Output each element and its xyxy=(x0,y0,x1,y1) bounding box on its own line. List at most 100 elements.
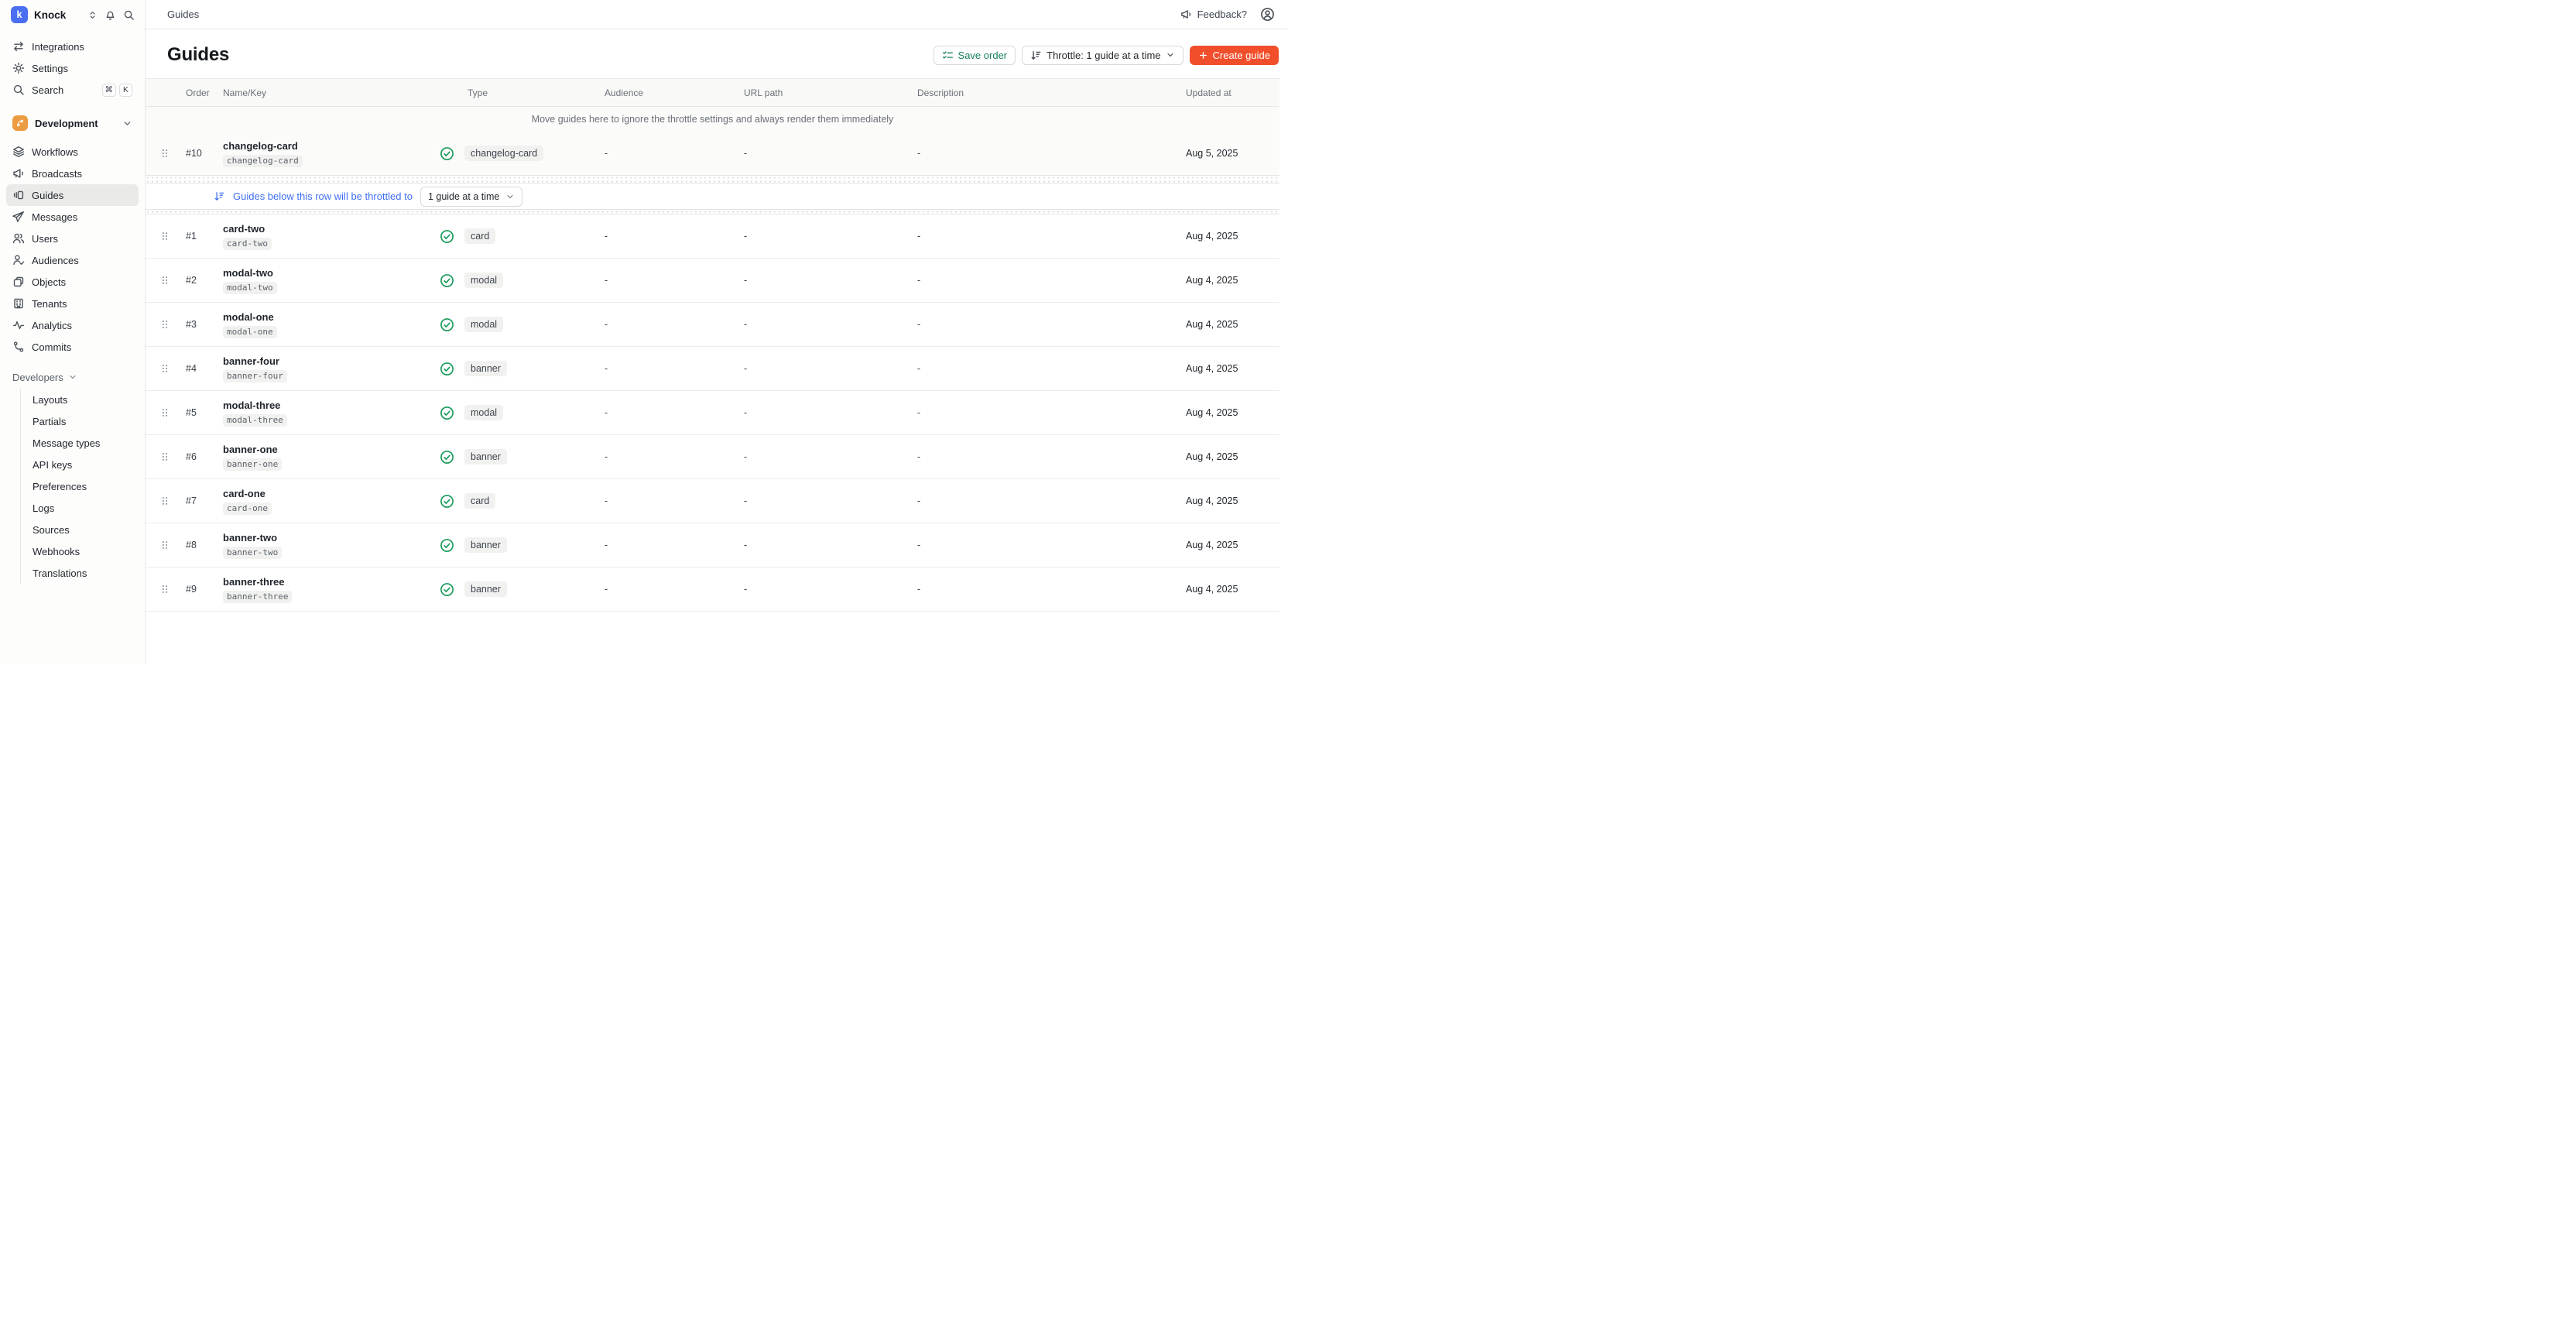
sidebar-item-layouts[interactable]: Layouts xyxy=(21,389,139,410)
sidebar-item-label: Objects xyxy=(32,276,66,288)
commits-icon xyxy=(12,341,25,353)
workspace-logo[interactable]: k xyxy=(11,6,28,23)
user-avatar-icon[interactable] xyxy=(1260,7,1275,22)
sidebar-item-webhooks[interactable]: Webhooks xyxy=(21,540,139,562)
guide-name: modal-two xyxy=(223,267,273,279)
sidebar-item-label: Workflows xyxy=(32,146,78,158)
sidebar-item-preferences[interactable]: Preferences xyxy=(21,475,139,497)
sidebar-item-commits[interactable]: Commits xyxy=(6,336,139,358)
guide-type-badge: banner xyxy=(464,361,507,376)
status-active-icon xyxy=(440,229,454,244)
workspace-header: k Knock xyxy=(0,0,145,29)
sidebar-item-logs[interactable]: Logs xyxy=(21,497,139,519)
sidebar-item-messages[interactable]: Messages xyxy=(6,206,139,228)
guide-audience: - xyxy=(605,451,744,462)
sidebar-item-tenants[interactable]: Tenants xyxy=(6,293,139,314)
drag-handle-icon[interactable] xyxy=(158,584,186,595)
sidebar-item-label: Commits xyxy=(32,341,71,353)
environment-switcher[interactable]: Development xyxy=(6,111,139,135)
status-active-icon xyxy=(440,494,454,509)
plus-icon xyxy=(1198,50,1208,60)
guide-row[interactable]: #1card-twocard-twocard---Aug 4, 2025 xyxy=(146,214,1279,259)
guide-order: #1 xyxy=(186,231,223,242)
guide-row[interactable]: #7card-onecard-onecard---Aug 4, 2025 xyxy=(146,479,1279,523)
drag-handle-icon[interactable] xyxy=(158,407,186,418)
sidebar-item-search[interactable]: Search⌘K xyxy=(6,79,139,101)
guide-name: banner-four xyxy=(223,355,279,367)
guide-key: banner-four xyxy=(223,370,287,382)
drag-handle-icon[interactable] xyxy=(158,363,186,374)
sidebar-item-broadcasts[interactable]: Broadcasts xyxy=(6,163,139,184)
sidebar-item-settings[interactable]: Settings xyxy=(6,57,139,79)
drag-handle-icon[interactable] xyxy=(158,231,186,242)
status-active-icon xyxy=(440,450,454,465)
table-header-row: Order Name/Key Type Audience URL path De… xyxy=(146,78,1279,107)
sidebar-item-integrations[interactable]: Integrations xyxy=(6,36,139,57)
guide-row[interactable]: #4banner-fourbanner-fourbanner---Aug 4, … xyxy=(146,347,1279,391)
guide-row[interactable]: #6banner-onebanner-onebanner---Aug 4, 20… xyxy=(146,435,1279,479)
guide-audience: - xyxy=(605,231,744,242)
guide-row[interactable]: #5modal-threemodal-threemodal---Aug 4, 2… xyxy=(146,391,1279,435)
sidebar-item-api-keys[interactable]: API keys xyxy=(21,454,139,475)
users-icon xyxy=(12,232,25,245)
guide-type-badge: banner xyxy=(464,449,507,465)
sidebar-item-label: Search xyxy=(32,84,63,96)
sidebar-item-analytics[interactable]: Analytics xyxy=(6,314,139,336)
sidebar-item-users[interactable]: Users xyxy=(6,228,139,249)
drag-handle-icon[interactable] xyxy=(158,148,186,159)
throttle-settings-button[interactable]: Throttle: 1 guide at a time xyxy=(1022,46,1183,65)
drag-handle-icon[interactable] xyxy=(158,275,186,286)
feedback-button[interactable]: Feedback? xyxy=(1180,9,1247,20)
guide-type-badge: banner xyxy=(464,537,507,553)
save-order-button[interactable]: Save order xyxy=(933,46,1016,65)
status-active-icon xyxy=(440,317,454,332)
sidebar-item-label: Partials xyxy=(33,416,66,427)
workspace-switcher-icon[interactable] xyxy=(87,10,98,20)
sidebar-item-partials[interactable]: Partials xyxy=(21,410,139,432)
drag-handle-icon[interactable] xyxy=(158,540,186,550)
sidebar: k Knock Integrations SettingsSearch⌘K Dev… xyxy=(0,0,146,664)
column-header-order: Order xyxy=(186,87,223,98)
sidebar-item-translations[interactable]: Translations xyxy=(21,562,139,584)
page-title: Guides xyxy=(167,44,229,66)
guide-row[interactable]: #10changelog-cardchangelog-cardchangelog… xyxy=(146,132,1279,175)
column-header-audience: Audience xyxy=(605,87,744,98)
guide-url-path: - xyxy=(744,148,917,159)
guide-url-path: - xyxy=(744,363,917,374)
guide-key: banner-three xyxy=(223,591,292,603)
sidebar-item-objects[interactable]: Objects xyxy=(6,271,139,293)
throttle-select[interactable]: 1 guide at a time xyxy=(420,187,522,207)
status-active-icon xyxy=(440,406,454,420)
column-header-updated-at: Updated at xyxy=(1186,87,1270,98)
main-area: Guides Feedback? Guides Save order xyxy=(146,0,1288,664)
guide-description: - xyxy=(917,584,1186,595)
guide-row[interactable]: #9banner-threebanner-threebanner---Aug 4… xyxy=(146,567,1279,612)
sidebar-item-message-types[interactable]: Message types xyxy=(21,432,139,454)
drag-handle-icon[interactable] xyxy=(158,451,186,462)
guide-row[interactable]: #3modal-onemodal-onemodal---Aug 4, 2025 xyxy=(146,303,1279,347)
topbar: Guides Feedback? xyxy=(146,0,1288,29)
drag-handle-icon[interactable] xyxy=(158,495,186,506)
guide-key: banner-two xyxy=(223,547,282,559)
guide-row[interactable]: #2modal-twomodal-twomodal---Aug 4, 2025 xyxy=(146,259,1279,303)
status-active-icon xyxy=(440,273,454,288)
sidebar-item-audiences[interactable]: Audiences xyxy=(6,249,139,271)
drag-handle-icon[interactable] xyxy=(158,319,186,330)
developers-section-toggle[interactable]: Developers xyxy=(6,367,139,387)
sidebar-item-guides[interactable]: Guides xyxy=(6,184,139,206)
notifications-bell-icon[interactable] xyxy=(104,9,116,21)
sidebar-item-label: Webhooks xyxy=(33,546,80,557)
sidebar-item-label: Broadcasts xyxy=(32,168,82,180)
sidebar-item-sources[interactable]: Sources xyxy=(21,519,139,540)
developers-list: Layouts Partials Message typesAPI keysPref… xyxy=(20,389,139,584)
search-icon[interactable] xyxy=(123,9,135,21)
guide-type-badge: modal xyxy=(464,273,503,288)
checklist-icon xyxy=(942,50,954,61)
sidebar-item-label: Integrations xyxy=(32,41,84,53)
sidebar-item-workflows[interactable]: Workflows xyxy=(6,141,139,163)
guide-name: card-two xyxy=(223,223,265,235)
guide-row[interactable]: #8banner-twobanner-twobanner---Aug 4, 20… xyxy=(146,523,1279,567)
guide-url-path: - xyxy=(744,495,917,506)
create-guide-button[interactable]: Create guide xyxy=(1190,46,1279,65)
sidebar-item-label: Messages xyxy=(32,211,77,223)
